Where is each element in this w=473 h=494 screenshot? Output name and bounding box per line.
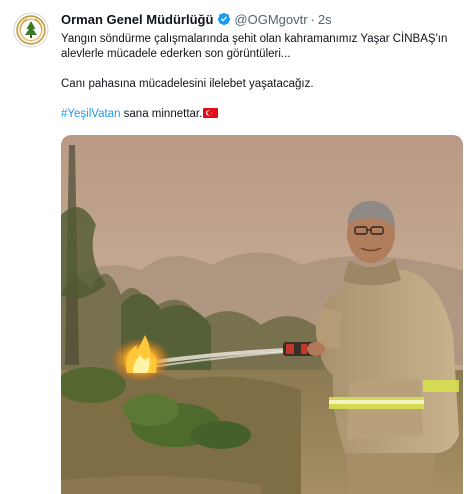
header-separator: · bbox=[310, 11, 315, 27]
author-display-name[interactable]: Orman Genel Müdürlüğü bbox=[61, 12, 213, 27]
tweet-header: Orman Genel Müdürlüğü @OGMgovtr · 2s bbox=[61, 10, 463, 28]
hashtag-link[interactable]: #YeşilVatan bbox=[61, 108, 120, 120]
tweet-text-line2: Canı pahasına mücadelesini ilelebet yaşa… bbox=[61, 78, 314, 90]
turkey-flag-icon bbox=[203, 108, 219, 118]
tweet-timestamp[interactable]: 2s bbox=[318, 12, 332, 27]
tweet-text-line1: Yangın söndürme çalışmalarında şehit ola… bbox=[61, 33, 448, 60]
tweet-text-line3: #YeşilVatan sana minnettar. bbox=[61, 107, 463, 122]
author-handle[interactable]: @OGMgovtr bbox=[234, 12, 307, 27]
firefighter-photo bbox=[61, 135, 463, 494]
verified-badge-icon bbox=[217, 12, 231, 26]
tweet-text: Yangın söndürme çalışmalarında şehit ola… bbox=[61, 32, 463, 122]
avatar[interactable] bbox=[13, 12, 49, 48]
tweet-content: Orman Genel Müdürlüğü @OGMgovtr · 2s Yan… bbox=[61, 10, 463, 122]
tweet-card[interactable]: Orman Genel Müdürlüğü @OGMgovtr · 2s Yan… bbox=[0, 0, 473, 494]
tweet-text-line3-rest: sana minnettar. bbox=[120, 108, 203, 120]
tweet-photo[interactable] bbox=[61, 135, 463, 494]
ogm-emblem-logo bbox=[13, 12, 49, 48]
